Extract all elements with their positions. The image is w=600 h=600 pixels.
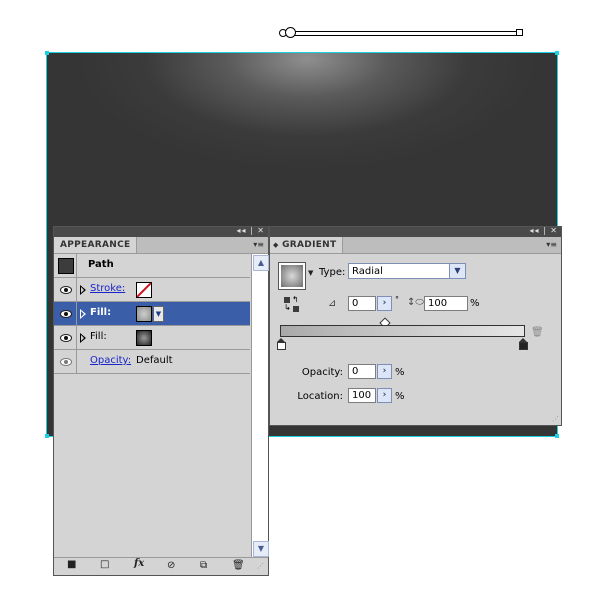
visibility-toggle[interactable] <box>54 278 77 301</box>
stroke-label[interactable]: Stroke: <box>90 283 125 294</box>
gradient-annotator-bar[interactable] <box>294 31 516 36</box>
panel-window-controls[interactable]: ◂◂ | ✕ <box>529 226 558 235</box>
anchor-point[interactable] <box>555 434 559 438</box>
chevron-down-icon[interactable]: ▼ <box>449 264 465 278</box>
aspect-ratio-unit: % <box>470 298 480 309</box>
eye-column-spacer <box>54 254 77 277</box>
stop-opacity-input[interactable]: 0 <box>348 364 376 379</box>
appearance-stroke-row[interactable]: Stroke: <box>54 278 250 302</box>
expand-triangle-icon[interactable] <box>80 285 86 295</box>
scroll-up-icon[interactable]: ▲ <box>253 255 269 271</box>
anchor-point[interactable] <box>45 51 49 55</box>
tab-appearance[interactable]: APPEARANCE <box>54 237 138 253</box>
scroll-down-icon[interactable]: ▼ <box>253 541 269 557</box>
gradient-start-knob[interactable] <box>285 27 296 38</box>
opacity-value: Default <box>136 355 173 366</box>
stop-location-value: 100 <box>352 390 372 401</box>
eye-icon <box>60 358 72 366</box>
panel-tab-row: ◆ GRADIENT ▾≡ <box>270 237 561 254</box>
stop-location-input[interactable]: 100 <box>348 388 376 403</box>
appearance-opacity-row[interactable]: Opacity: Default <box>54 350 250 374</box>
expand-triangle-icon[interactable] <box>80 333 86 343</box>
appearance-path-row[interactable]: Path <box>54 254 250 278</box>
path-thumbnail <box>58 258 74 274</box>
tab-options-icon: ◆ <box>273 241 279 249</box>
angle-icon: ⊿ <box>328 298 337 309</box>
panel-tab-row: APPEARANCE ▾≡ <box>54 237 268 254</box>
appearance-scrollbar[interactable]: ▲ ▼ <box>251 254 269 558</box>
radial-gradient-swatch-icon[interactable] <box>136 306 152 322</box>
anchor-point[interactable] <box>555 51 559 55</box>
gradient-stop-dark[interactable] <box>519 338 528 350</box>
eye-icon <box>60 334 72 342</box>
appearance-list: Path Stroke: Fill: ▼ Fill: Opacity: Defa… <box>54 254 250 374</box>
panel-titlebar[interactable]: ◂◂ | ✕ <box>270 226 561 237</box>
delete-item-icon[interactable]: 🗑 <box>232 560 245 571</box>
panel-window-controls[interactable]: ◂◂ | ✕ <box>236 226 265 235</box>
clear-appearance-icon[interactable]: ⊘ <box>167 560 175 571</box>
tab-gradient-label: GRADIENT <box>282 240 337 250</box>
stop-opacity-value: 0 <box>352 366 359 377</box>
appearance-bottom-toolbar: ■ □ fx ⊘ ⧉ 🗑 ⋰ <box>54 557 268 575</box>
angle-input[interactable]: 0 <box>348 296 376 311</box>
panel-menu-icon[interactable]: ▾≡ <box>253 240 264 249</box>
chevron-down-icon[interactable]: ▼ <box>308 269 313 277</box>
gradient-thumbnail[interactable] <box>278 262 306 290</box>
gradient-stop-white[interactable] <box>277 338 286 350</box>
visibility-toggle[interactable] <box>54 302 77 325</box>
opacity-unit: % <box>395 367 405 378</box>
duplicate-item-icon[interactable]: ⧉ <box>200 560 207 571</box>
panel-titlebar[interactable]: ◂◂ | ✕ <box>54 226 268 237</box>
gradient-annotator[interactable] <box>278 26 524 40</box>
object-type-label: Path <box>88 259 114 270</box>
location-label: Location: <box>297 391 343 402</box>
angle-dropdown-button[interactable]: › <box>377 296 392 311</box>
gradient-panel: ◂◂ | ✕ ◆ GRADIENT ▾≡ ▼ Type: Radial ▼ ↰ … <box>269 226 562 426</box>
expand-triangle-icon[interactable] <box>80 309 86 319</box>
fx-icon[interactable]: fx <box>134 558 144 569</box>
gradient-slider-bar[interactable] <box>280 325 525 337</box>
type-label: Type: <box>319 267 346 278</box>
resize-grip-icon[interactable]: ⋰ <box>552 415 559 423</box>
gradient-type-value: Radial <box>352 266 383 277</box>
dark-radial-gradient-swatch-icon[interactable] <box>136 330 152 346</box>
fill-label[interactable]: Fill: <box>90 307 111 318</box>
fill-label[interactable]: Fill: <box>90 331 107 342</box>
appearance-fill-row-selected[interactable]: Fill: ▼ <box>54 302 250 326</box>
opacity-label: Opacity: <box>301 367 343 378</box>
location-unit: % <box>395 391 405 402</box>
degree-symbol: ° <box>395 295 399 304</box>
aspect-ratio-icon: ↕⬭ <box>407 297 424 308</box>
gradient-type-select[interactable]: Radial ▼ <box>348 263 466 279</box>
aspect-ratio-input[interactable]: 100 <box>424 296 468 311</box>
appearance-fill-row[interactable]: Fill: <box>54 326 250 350</box>
gradient-preview <box>281 265 303 287</box>
opacity-label[interactable]: Opacity: <box>90 355 131 366</box>
delete-stop-icon[interactable]: 🗑 <box>531 327 544 338</box>
visibility-toggle[interactable] <box>54 350 77 373</box>
angle-value: 0 <box>352 298 359 309</box>
eye-icon <box>60 310 72 318</box>
reverse-gradient-icon[interactable]: ↰ ↳ <box>284 295 300 313</box>
aspect-ratio-value: 100 <box>428 298 448 309</box>
appearance-panel: ◂◂ | ✕ APPEARANCE ▾≡ Path Stroke: Fill: … <box>53 226 269 576</box>
add-new-fill-icon[interactable]: □ <box>100 559 109 570</box>
eye-icon <box>60 286 72 294</box>
visibility-toggle[interactable] <box>54 326 77 349</box>
location-dropdown-button[interactable]: › <box>377 388 392 403</box>
anchor-point[interactable] <box>45 434 49 438</box>
gradient-end-handle[interactable] <box>516 29 523 36</box>
resize-grip-icon[interactable]: ⋰ <box>257 562 264 570</box>
chevron-down-icon[interactable]: ▼ <box>153 306 164 322</box>
opacity-dropdown-button[interactable]: › <box>377 364 392 379</box>
panel-menu-icon[interactable]: ▾≡ <box>546 240 557 249</box>
add-new-stroke-icon[interactable]: ■ <box>67 559 76 570</box>
tab-gradient[interactable]: ◆ GRADIENT <box>270 237 344 253</box>
none-swatch-icon[interactable] <box>136 282 152 298</box>
